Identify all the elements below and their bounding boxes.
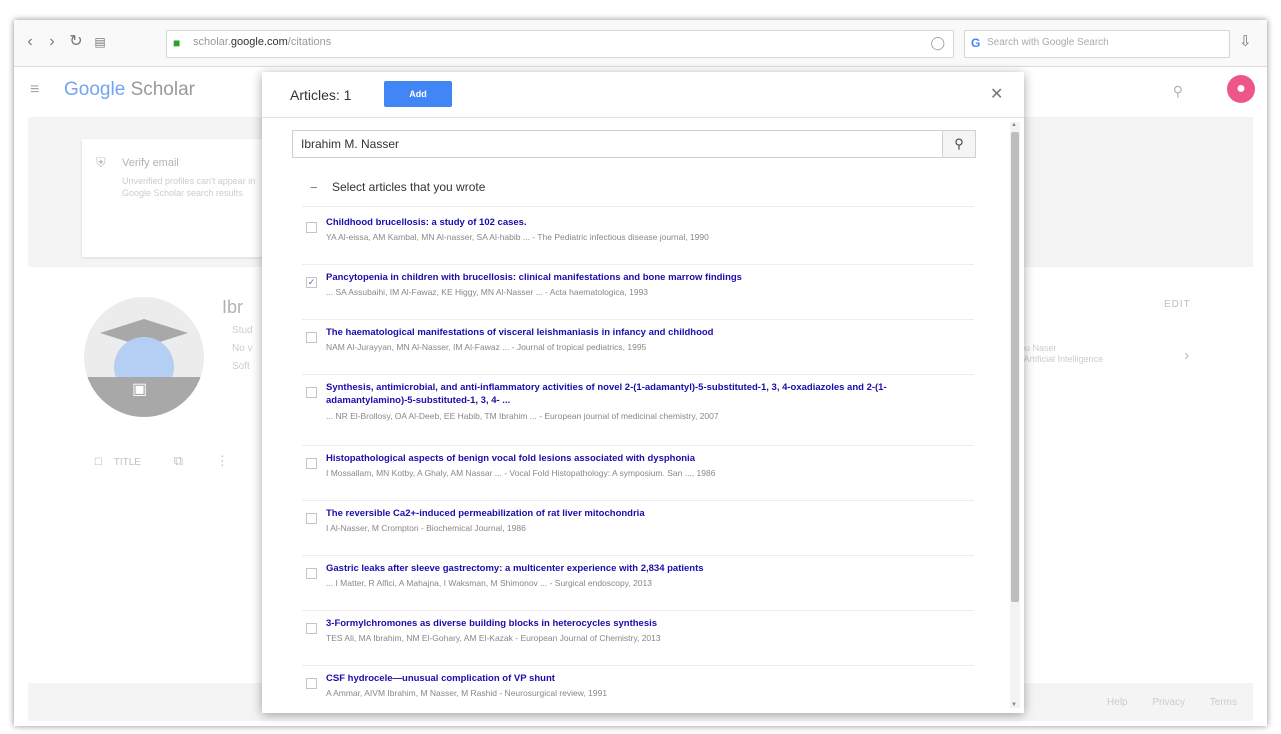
article-meta: I Al-Nasser, M Crompton - Biochemical Jo… — [326, 523, 526, 533]
article-title[interactable]: 3-Formylchromones as diverse building bl… — [326, 617, 966, 630]
article-checkbox[interactable] — [306, 332, 317, 343]
browser-search-placeholder: Search with Google Search — [987, 37, 1109, 48]
dialog-title: Articles: 1 — [290, 87, 352, 103]
list-item[interactable]: Synthesis, antimicrobial, and anti-infla… — [302, 375, 974, 446]
article-checkbox[interactable] — [306, 568, 317, 579]
article-search-field[interactable]: Ibrahim M. Nasser ⚲ — [292, 130, 976, 158]
shield-icon[interactable]: ◯ — [930, 35, 945, 51]
address-bar[interactable]: ■ scholar.google.com/citations ◯ — [166, 30, 954, 58]
download-icon[interactable]: ⇩ — [1239, 32, 1252, 50]
google-icon: G — [971, 36, 981, 50]
article-title[interactable]: The reversible Ca2+-induced permeabiliza… — [326, 507, 966, 520]
article-title[interactable]: CSF hydrocele—unusual complication of VP… — [326, 672, 966, 685]
article-meta: ... SA Assubaihi, IM Al-Fawaz, KE Higgy,… — [326, 287, 649, 297]
list-item[interactable]: Histopathological aspects of benign voca… — [302, 446, 974, 501]
article-checkbox[interactable] — [306, 678, 317, 689]
article-title[interactable]: Synthesis, antimicrobial, and anti-infla… — [326, 381, 966, 407]
article-meta: A Ammar, AIVM Ibrahim, M Nasser, M Rashi… — [326, 688, 608, 698]
browser-window: ‹ › ↻ ▤ ■ scholar.google.com/citations ◯… — [14, 20, 1267, 726]
article-checkbox[interactable] — [306, 222, 317, 233]
article-meta: ... I Matter, R Alfici, A Mahajna, I Wak… — [326, 578, 652, 588]
browser-toolbar: ‹ › ↻ ▤ ■ scholar.google.com/citations ◯… — [14, 20, 1267, 67]
article-checkbox[interactable] — [306, 623, 317, 634]
dialog-header: Articles: 1 Add ✕ — [262, 72, 1024, 118]
scroll-up-icon[interactable]: ▲ — [1011, 122, 1017, 128]
article-checkbox[interactable] — [306, 513, 317, 524]
article-list: Childhood brucellosis: a study of 102 ca… — [302, 210, 974, 720]
list-item[interactable]: Childhood brucellosis: a study of 102 ca… — [302, 210, 974, 265]
search-icon[interactable]: ⚲ — [942, 131, 975, 157]
article-title[interactable]: The haematological manifestations of vis… — [326, 326, 966, 339]
list-item[interactable]: ✓ Pancytopenia in children with brucello… — [302, 265, 974, 320]
lock-icon: ■ — [173, 36, 181, 50]
article-title[interactable]: Childhood brucellosis: a study of 102 ca… — [326, 216, 966, 229]
select-all-checkbox[interactable]: − — [310, 180, 318, 195]
reload-icon[interactable]: ↻ — [66, 32, 86, 52]
article-meta: TES Ali, MA Ibrahim, NM El-Gohary, AM El… — [326, 633, 661, 643]
browser-search-box[interactable]: G Search with Google Search — [964, 30, 1230, 58]
close-icon[interactable]: ✕ — [990, 84, 1003, 104]
back-arrow-icon[interactable]: ‹ — [20, 32, 40, 52]
article-meta: NAM Al-Jurayyan, MN Al-Nasser, IM Al-Faw… — [326, 342, 647, 352]
article-title[interactable]: Histopathological aspects of benign voca… — [326, 452, 966, 465]
select-all-label: Select articles that you wrote — [332, 180, 486, 194]
article-meta: I Mossallam, MN Kotby, A Ghaly, AM Nassa… — [326, 468, 716, 478]
article-title[interactable]: Pancytopenia in children with brucellosi… — [326, 271, 966, 284]
select-all-row[interactable]: − Select articles that you wrote — [302, 176, 974, 207]
article-checkbox[interactable] — [306, 458, 317, 469]
article-meta: ... NR El-Brollosy, OA Al-Deeb, EE Habib… — [326, 411, 719, 421]
scroll-down-icon[interactable]: ▼ — [1011, 702, 1017, 708]
article-checkbox[interactable] — [306, 387, 317, 398]
list-item[interactable]: The haematological manifestations of vis… — [302, 320, 974, 375]
list-item[interactable]: 3-Formylchromones as diverse building bl… — [302, 611, 974, 666]
add-articles-dialog: Articles: 1 Add ✕ Ibrahim M. Nasser ⚲ − … — [262, 72, 1024, 713]
dialog-scrollbar[interactable]: ▲ ▼ — [1010, 122, 1020, 708]
add-button[interactable]: Add — [384, 81, 452, 107]
list-item[interactable]: CSF hydrocele—unusual complication of VP… — [302, 666, 974, 720]
article-search-input[interactable]: Ibrahim M. Nasser — [301, 137, 399, 151]
url-text: scholar.google.com/citations — [193, 36, 332, 48]
forward-arrow-icon[interactable]: › — [42, 32, 62, 52]
article-title[interactable]: Gastric leaks after sleeve gastrectomy: … — [326, 562, 966, 575]
scrollbar-thumb[interactable] — [1011, 132, 1019, 602]
reader-view-icon[interactable]: ▤ — [90, 32, 110, 52]
list-item[interactable]: The reversible Ca2+-induced permeabiliza… — [302, 501, 974, 556]
article-checkbox[interactable]: ✓ — [306, 277, 317, 288]
list-item[interactable]: Gastric leaks after sleeve gastrectomy: … — [302, 556, 974, 611]
article-meta: YA Al-eissa, AM Kambal, MN Al-nasser, SA… — [326, 232, 709, 242]
